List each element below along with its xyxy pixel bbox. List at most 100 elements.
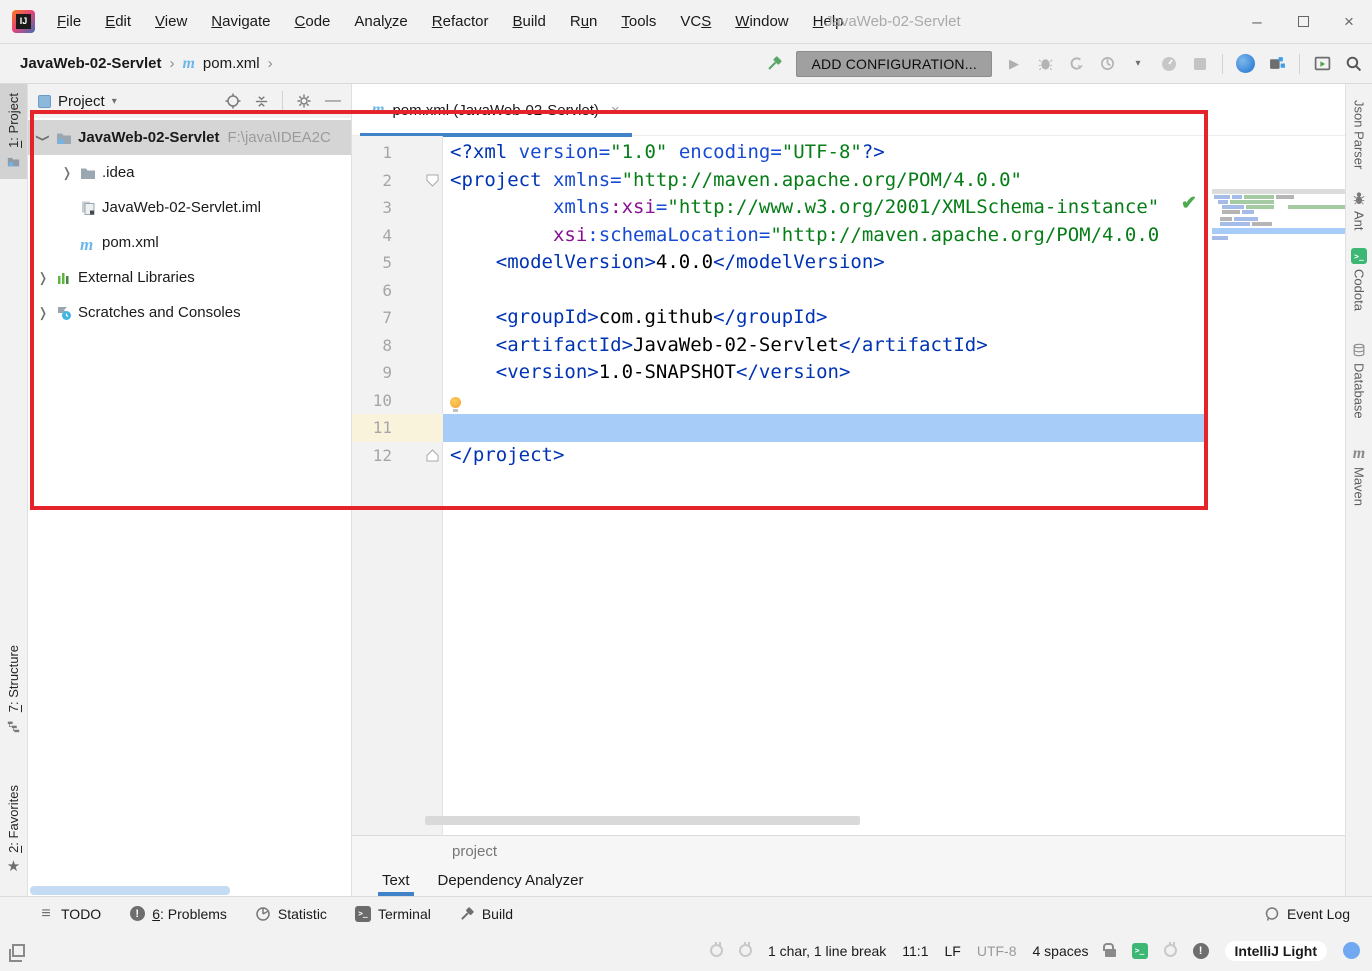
plugin-icon[interactable] xyxy=(710,944,723,957)
chevron-down-icon[interactable]: ❭ xyxy=(35,131,51,145)
menu-item-vcs[interactable]: VCS xyxy=(668,0,723,44)
theme-widget[interactable]: IntelliJ Light xyxy=(1225,941,1327,961)
locate-file-icon[interactable] xyxy=(225,93,241,109)
code-editor[interactable]: 1<?xml version="1.0" encoding="UTF-8"?>2… xyxy=(352,136,1345,835)
close-button[interactable]: × xyxy=(1326,0,1372,44)
collapse-all-icon[interactable] xyxy=(254,94,269,109)
file-encoding[interactable]: UTF-8 xyxy=(977,943,1017,959)
project-panel-title[interactable]: Project xyxy=(58,93,105,110)
stripe-button-ant[interactable]: Ant xyxy=(1346,190,1372,231)
menu-item-code[interactable]: Code xyxy=(283,0,343,44)
toolwindow-button-todo[interactable]: ≡TODO xyxy=(38,906,101,922)
notifications-icon[interactable]: ! xyxy=(1193,943,1209,959)
code-line-9[interactable]: 9 <version>1.0-SNAPSHOT</version> xyxy=(352,359,1345,387)
menu-item-run[interactable]: Run xyxy=(558,0,610,44)
toolwindow-button-problems[interactable]: !6: Problems xyxy=(129,906,227,922)
menu-item-analyze[interactable]: Analyze xyxy=(342,0,419,44)
tree-item--idea[interactable]: ❭.idea xyxy=(28,155,351,190)
indent-setting[interactable]: 4 spaces xyxy=(1033,943,1089,959)
code-line-5[interactable]: 5 <modelVersion>4.0.0</modelVersion> xyxy=(352,249,1345,277)
profiler-icon[interactable] xyxy=(1098,55,1116,73)
breadcrumb-project[interactable]: JavaWeb-02-Servlet xyxy=(20,55,161,72)
codota-status-icon[interactable]: >_ xyxy=(1132,943,1148,959)
maximize-button[interactable] xyxy=(1280,0,1326,44)
tree-item-javaweb-02-servlet-iml[interactable]: JavaWeb-02-Servlet.iml xyxy=(28,190,351,225)
chevron-right-icon[interactable]: ❭ xyxy=(36,270,50,286)
statistic-icon xyxy=(255,906,271,922)
build-hammer-icon[interactable] xyxy=(765,55,783,73)
code-line-2[interactable]: 2<project xmlns="http://maven.apache.org… xyxy=(352,167,1345,195)
line-number: 6 xyxy=(352,277,392,305)
stop-icon[interactable] xyxy=(1191,55,1209,73)
plugin-icon[interactable] xyxy=(739,944,752,957)
menu-item-window[interactable]: Window xyxy=(723,0,800,44)
minimize-button[interactable]: – xyxy=(1234,0,1280,44)
stripe-button-codota[interactable]: >_Codota xyxy=(1346,248,1372,311)
add-configuration-button[interactable]: ADD CONFIGURATION... xyxy=(796,51,992,77)
xml-breadcrumb[interactable]: project xyxy=(352,836,1345,860)
menu-item-navigate[interactable]: Navigate xyxy=(199,0,282,44)
toolwindow-button-statistic[interactable]: Statistic xyxy=(255,906,327,922)
chevron-right-icon[interactable]: ❭ xyxy=(36,305,50,321)
plugin-icon[interactable] xyxy=(1164,944,1177,957)
project-structure-icon[interactable] xyxy=(1268,55,1286,73)
event-log-button[interactable]: Event Log xyxy=(1264,906,1350,922)
stripe-button-project[interactable]: 1: Project xyxy=(0,84,27,179)
gauge-icon[interactable] xyxy=(1160,55,1178,73)
menu-item-file[interactable]: File xyxy=(45,0,93,44)
close-icon[interactable]: × xyxy=(611,102,620,119)
code-line-11[interactable]: 11 xyxy=(352,414,1345,442)
toolwindow-button-terminal[interactable]: >_Terminal xyxy=(355,906,431,922)
bottom-tab-dependency-analyzer[interactable]: Dependency Analyzer xyxy=(438,864,584,896)
line-separator[interactable]: LF xyxy=(944,943,960,959)
stripe-button-database[interactable]: Database xyxy=(1346,342,1372,419)
code-minimap[interactable] xyxy=(1212,185,1345,247)
stripe-button-maven[interactable]: mMaven xyxy=(1346,446,1372,506)
gear-icon[interactable] xyxy=(296,93,312,109)
code-line-10[interactable]: 10 xyxy=(352,387,1345,415)
toolwindow-button-build[interactable]: Build xyxy=(459,906,513,922)
code-line-1[interactable]: 1<?xml version="1.0" encoding="UTF-8"?> xyxy=(352,139,1345,167)
unlock-icon[interactable] xyxy=(1105,949,1116,957)
stripe-button-json-parser[interactable]: Json Parser xyxy=(1346,100,1372,169)
stripe-button-structure[interactable]: 7: Structure xyxy=(0,636,27,743)
coverage-icon[interactable] xyxy=(1067,55,1085,73)
caret-position[interactable]: 11:1 xyxy=(902,943,928,959)
preview-window-icon[interactable] xyxy=(1313,55,1331,73)
fold-marker-icon[interactable] xyxy=(426,174,439,187)
search-icon[interactable] xyxy=(1344,55,1362,73)
code-line-6[interactable]: 6 xyxy=(352,277,1345,305)
editor-tab-pom[interactable]: m pom.xml (JavaWeb-02-Servlet) × xyxy=(360,84,632,136)
inspection-ok-icon[interactable]: ✔ xyxy=(1181,192,1197,215)
menu-item-edit[interactable]: Edit xyxy=(93,0,143,44)
tree-item-external-libraries[interactable]: ❭External Libraries xyxy=(28,260,351,295)
menu-item-refactor[interactable]: Refactor xyxy=(420,0,501,44)
chevron-down-icon[interactable]: ▾ xyxy=(1129,55,1147,73)
tree-item-scratches-and-consoles[interactable]: ❭Scratches and Consoles xyxy=(28,295,351,330)
codota-icon[interactable] xyxy=(1236,54,1255,73)
code-line-4[interactable]: 4 xsi:schemaLocation="http://maven.apach… xyxy=(352,222,1345,250)
project-horizontal-scrollbar[interactable] xyxy=(30,886,230,895)
debug-icon[interactable] xyxy=(1036,55,1054,73)
editor-tab-strip: m pom.xml (JavaWeb-02-Servlet) × xyxy=(352,84,1345,136)
intention-bulb-icon[interactable] xyxy=(450,397,461,408)
run-icon[interactable]: ▶ xyxy=(1005,55,1023,73)
code-line-8[interactable]: 8 <artifactId>JavaWeb-02-Servlet</artifa… xyxy=(352,332,1345,360)
tree-item-javaweb-02-servlet[interactable]: ❭JavaWeb-02-ServletF:\java\IDEA2C xyxy=(28,120,351,155)
fold-marker-icon[interactable] xyxy=(426,449,439,462)
chevron-down-icon[interactable]: ▾ xyxy=(112,96,117,107)
code-line-7[interactable]: 7 <groupId>com.github</groupId> xyxy=(352,304,1345,332)
theme-color-dot[interactable] xyxy=(1343,942,1360,959)
menu-item-tools[interactable]: Tools xyxy=(609,0,668,44)
code-line-12[interactable]: 12</project> xyxy=(352,442,1345,470)
tree-item-pom-xml[interactable]: mpom.xml xyxy=(28,225,351,260)
editor-horizontal-scrollbar[interactable] xyxy=(425,816,860,825)
breadcrumb-file[interactable]: pom.xml xyxy=(203,55,260,72)
bottom-tab-text[interactable]: Text xyxy=(382,864,410,896)
hide-panel-icon[interactable]: — xyxy=(325,92,341,110)
stripe-button-favorites[interactable]: 2: Favorites★ xyxy=(0,776,27,884)
chevron-right-icon[interactable]: ❭ xyxy=(60,165,74,181)
toolwindow-toggle-icon[interactable] xyxy=(12,944,25,957)
menu-item-view[interactable]: View xyxy=(143,0,199,44)
menu-item-build[interactable]: Build xyxy=(500,0,557,44)
